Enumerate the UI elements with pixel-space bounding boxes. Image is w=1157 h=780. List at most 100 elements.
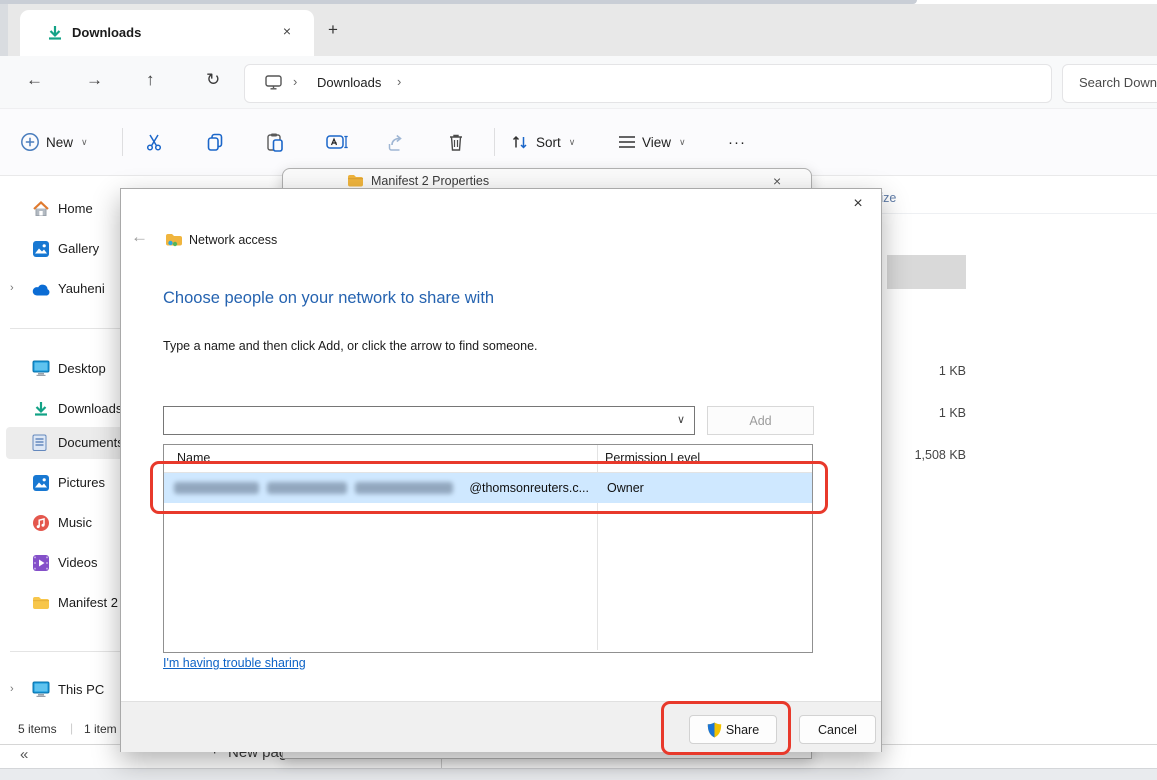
tabbar-left-edge — [0, 4, 8, 56]
permission-column-header[interactable]: Permission Level — [605, 451, 700, 465]
new-button[interactable]: New ∨ — [20, 122, 88, 162]
cancel-button[interactable]: Cancel — [799, 715, 876, 744]
file-size-value: 1 KB — [880, 364, 966, 378]
share-icon — [386, 132, 406, 152]
trash-icon — [447, 132, 465, 152]
desktop-icon — [32, 360, 50, 377]
new-tab-icon[interactable]: + — [328, 20, 338, 40]
view-label: View — [642, 135, 671, 150]
dialog-back-icon[interactable]: ← — [131, 227, 148, 247]
search-text: Search Downloads — [1079, 75, 1157, 90]
command-bar: New ∨ — [0, 108, 1157, 176]
refresh-icon[interactable]: ↻ — [206, 70, 220, 90]
sidebar-label: This PC — [58, 682, 104, 697]
videos-icon — [32, 554, 50, 572]
redacted-name-blob — [355, 482, 453, 494]
screen: « + New page Downloads × + ← → ↑ — [0, 0, 1157, 780]
forward-icon[interactable]: → — [86, 70, 103, 90]
cut-icon — [145, 132, 165, 152]
pictures-icon — [32, 474, 50, 492]
delete-button[interactable] — [447, 122, 465, 162]
see-more-button[interactable]: ··· — [728, 122, 746, 162]
view-icon — [618, 135, 636, 149]
add-label: Add — [749, 414, 771, 428]
address-bar[interactable]: › Downloads › — [244, 64, 1052, 103]
up-icon[interactable]: ↑ — [146, 70, 155, 90]
toolbar-divider — [494, 128, 495, 156]
file-size-value: 1,508 KB — [880, 448, 966, 462]
new-label: New — [46, 135, 73, 150]
rename-button[interactable] — [326, 122, 349, 162]
search-input[interactable]: Search Downloads — [1062, 64, 1157, 103]
dialog-close-icon[interactable]: × — [847, 195, 869, 213]
home-icon — [32, 200, 50, 218]
sidebar-label: Gallery — [58, 241, 99, 256]
name-column-header[interactable]: Name — [177, 451, 210, 465]
breadcrumb-separator-icon[interactable]: › — [293, 74, 297, 89]
properties-window-title: Manifest 2 Properties — [371, 174, 489, 188]
tab-bar: Downloads × + — [0, 4, 1157, 56]
owner-table-row[interactable]: @thomsonreuters.c... Owner — [164, 473, 812, 503]
tab-downloads[interactable]: Downloads × — [20, 10, 314, 56]
share-button[interactable]: Share — [689, 715, 777, 744]
sidebar-label: Manifest 2 — [58, 595, 118, 610]
redacted-name-blob — [174, 482, 259, 494]
downloads-tab-icon — [46, 24, 64, 42]
sidebar-label: Music — [58, 515, 92, 530]
network-access-dialog: × ← Network access Choose people on your… — [120, 188, 882, 752]
background-bottom-strip — [0, 768, 1157, 780]
selected-file-row-remnant — [887, 255, 966, 289]
new-chevron-icon: ∨ — [81, 137, 88, 148]
people-combobox[interactable]: ∨ — [163, 406, 695, 435]
properties-close-icon[interactable]: × — [773, 173, 781, 189]
folder-icon — [32, 596, 50, 610]
sidebar-label: Downloads — [58, 401, 122, 416]
column-header-divider — [880, 213, 1157, 214]
expand-chevron-icon[interactable]: › — [10, 683, 14, 695]
this-pc-icon[interactable] — [265, 75, 282, 92]
sidebar-label: Videos — [58, 555, 98, 570]
network-share-icon — [165, 233, 183, 248]
sidebar-label: Desktop — [58, 361, 106, 376]
permissions-table[interactable]: Name Permission Level @thomsonreuters.c.… — [163, 444, 813, 653]
copy-button[interactable] — [205, 122, 225, 162]
gallery-icon — [32, 240, 50, 258]
breadcrumb-downloads[interactable]: Downloads — [317, 75, 381, 90]
trouble-sharing-link[interactable]: I'm having trouble sharing — [163, 656, 306, 670]
dialog-heading: Choose people on your network to share w… — [163, 289, 494, 308]
navigation-bar: ← → ↑ ↻ › Downloads › Search Downloads — [0, 56, 1157, 108]
share-button-toolbar[interactable] — [386, 122, 406, 162]
collapse-pane-icon[interactable]: « — [20, 746, 28, 763]
sort-button[interactable]: Sort ∨ — [510, 122, 575, 162]
cancel-label: Cancel — [818, 723, 857, 737]
ellipsis-icon: ··· — [728, 134, 746, 151]
expand-chevron-icon[interactable]: › — [10, 282, 14, 294]
documents-icon — [32, 434, 48, 452]
sort-label: Sort — [536, 135, 561, 150]
items-count: 5 items — [18, 722, 57, 736]
combobox-chevron-icon[interactable]: ∨ — [677, 413, 685, 426]
sidebar-label: Yauheni — [58, 281, 105, 296]
paste-button[interactable] — [265, 122, 285, 162]
tab-title: Downloads — [72, 25, 141, 40]
tab-close-icon[interactable]: × — [276, 23, 298, 39]
view-chevron-icon: ∨ — [679, 137, 686, 148]
status-divider: | — [70, 721, 73, 735]
view-button[interactable]: View ∨ — [618, 122, 686, 162]
owner-email-domain: @thomsonreuters.c... — [459, 481, 589, 495]
sidebar-label: Home — [58, 201, 93, 216]
breadcrumb-separator-icon[interactable]: › — [397, 74, 401, 89]
downloads-icon — [32, 400, 50, 418]
rename-icon — [326, 132, 349, 152]
onedrive-cloud-icon — [32, 283, 52, 297]
add-button[interactable]: Add — [707, 406, 814, 435]
new-plus-icon — [20, 132, 40, 152]
cut-button[interactable] — [145, 122, 165, 162]
owner-permission-level: Owner — [607, 481, 644, 495]
dialog-title: Network access — [189, 233, 277, 247]
paste-icon — [265, 132, 285, 152]
sort-chevron-icon: ∨ — [569, 137, 576, 148]
toolbar-divider — [122, 128, 123, 156]
this-pc-monitor-icon — [32, 681, 50, 698]
back-icon[interactable]: ← — [26, 70, 43, 90]
